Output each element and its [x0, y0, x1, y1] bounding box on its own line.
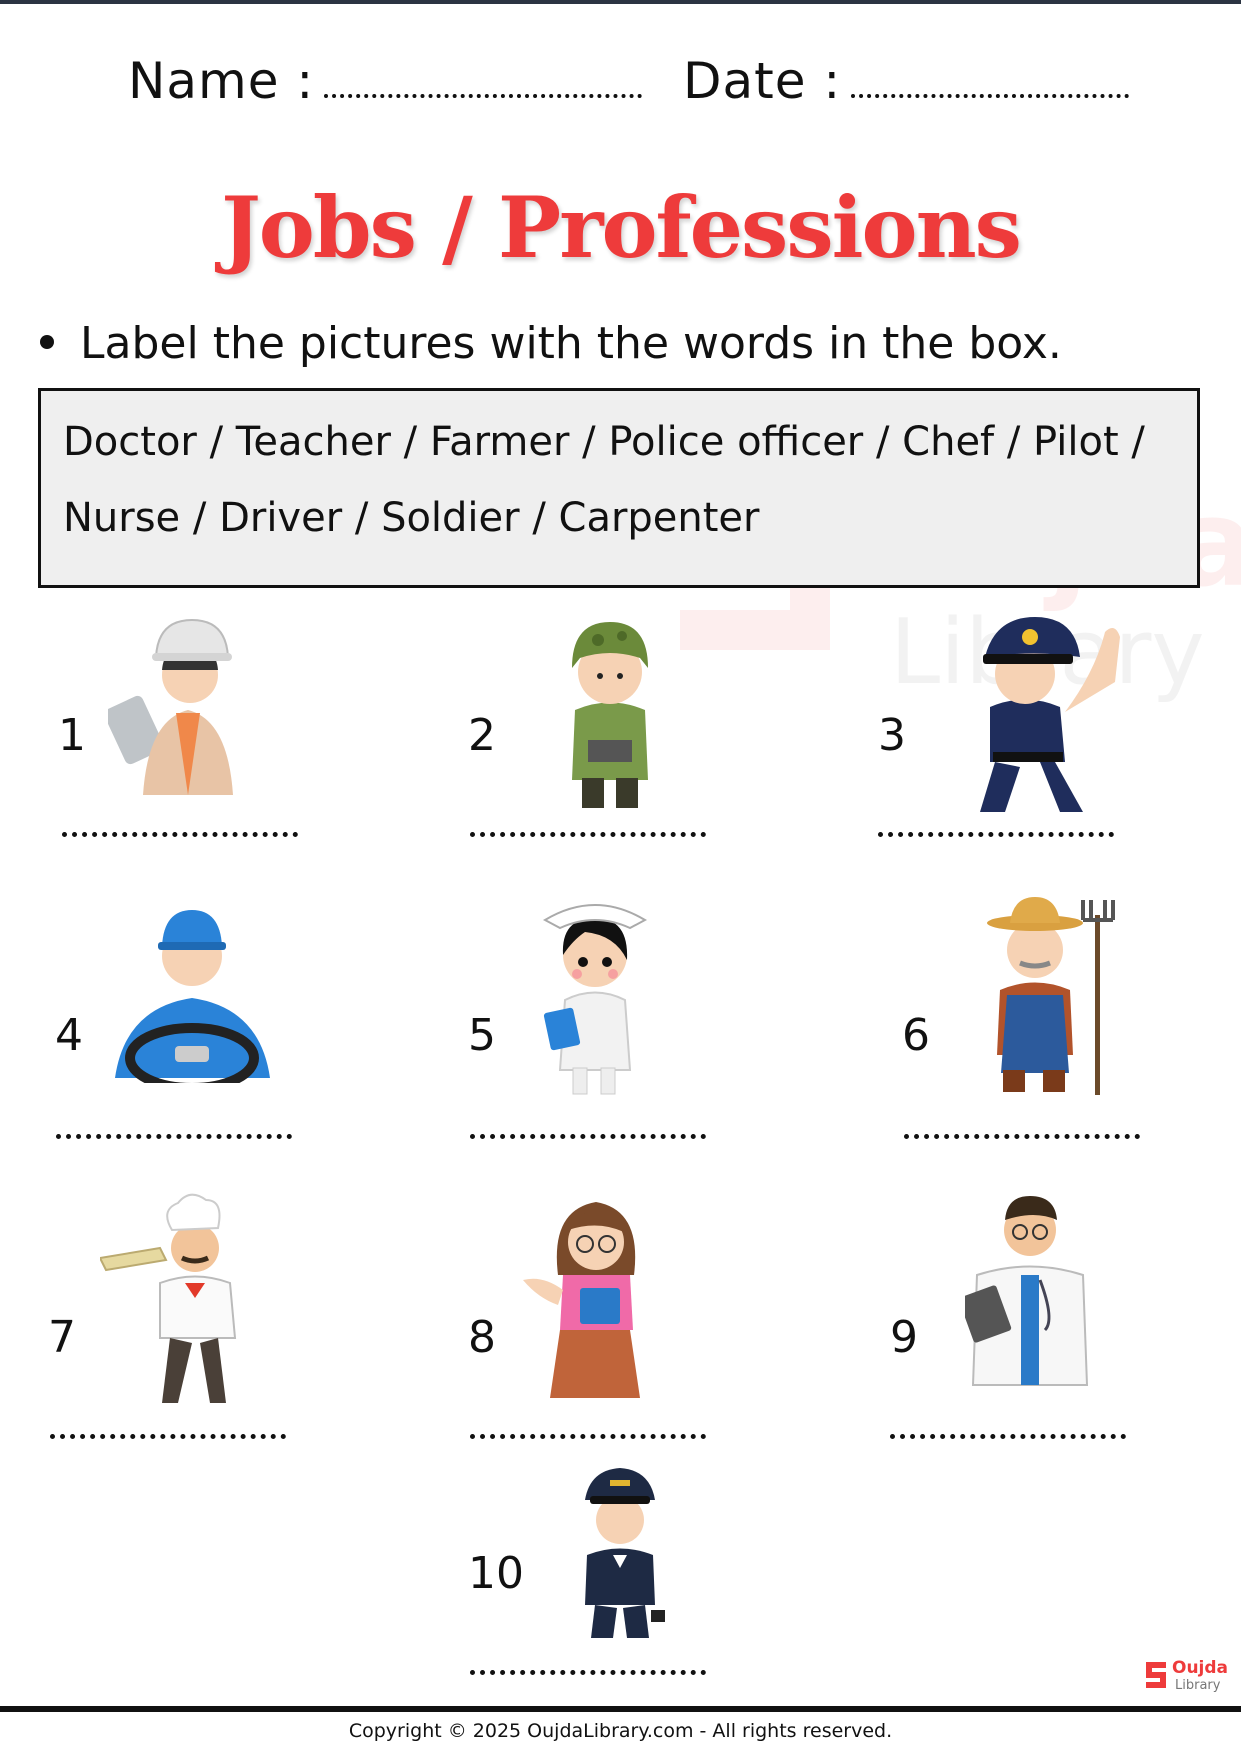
- name-blank[interactable]: [324, 94, 643, 98]
- date-label: Date :: [683, 52, 842, 110]
- item-number-1: 1: [58, 710, 86, 761]
- logo-text: Oujda: [1172, 1658, 1229, 1678]
- oujda-library-logo-icon: [1146, 1662, 1166, 1688]
- answer-line-9[interactable]: [890, 1434, 1126, 1439]
- instruction: Label the pictures with the words in the…: [40, 318, 1062, 369]
- page-title: Jobs / Professions: [221, 178, 1022, 277]
- answer-line-10[interactable]: [470, 1670, 706, 1675]
- bullet-icon: [40, 335, 54, 349]
- word-box: Doctor / Teacher / Farmer / Police offic…: [38, 388, 1200, 588]
- item-number-9: 9: [890, 1312, 918, 1363]
- answer-line-1[interactable]: [62, 832, 298, 837]
- driver-icon: [115, 910, 270, 1083]
- doctor-icon: [965, 1196, 1089, 1386]
- word-box-line-2: Nurse / Driver / Soldier / Carpenter: [63, 495, 760, 541]
- top-border: [0, 0, 1241, 4]
- item-number-8: 8: [468, 1312, 496, 1363]
- answer-line-7[interactable]: [50, 1434, 286, 1439]
- teacher-icon: [523, 1202, 640, 1398]
- police-officer-icon: [980, 617, 1120, 812]
- answer-line-8[interactable]: [470, 1434, 706, 1439]
- instruction-text: Label the pictures with the words in the…: [80, 318, 1062, 369]
- item-number-7: 7: [48, 1312, 76, 1363]
- farmer-icon: [987, 897, 1115, 1095]
- answer-line-6[interactable]: [904, 1134, 1140, 1139]
- item-number-5: 5: [468, 1010, 496, 1061]
- answer-line-2[interactable]: [470, 832, 706, 837]
- logo-subtext: Library: [1175, 1678, 1221, 1693]
- item-number-3: 3: [878, 710, 906, 761]
- date-field[interactable]: Date :: [683, 52, 1130, 110]
- chef-icon: [100, 1193, 237, 1403]
- pilot-icon: [585, 1468, 665, 1638]
- item-number-2: 2: [468, 710, 496, 761]
- date-blank[interactable]: [851, 94, 1130, 98]
- copyright: Copyright © 2025 OujdaLibrary.com - All …: [348, 1720, 893, 1742]
- answer-line-3[interactable]: [878, 832, 1114, 837]
- carpenter-icon: [108, 618, 233, 795]
- name-label: Name :: [128, 52, 315, 110]
- word-box-line-1: Doctor / Teacher / Farmer / Police offic…: [63, 419, 1145, 465]
- name-field[interactable]: Name :: [128, 52, 643, 110]
- answer-line-4[interactable]: [56, 1134, 292, 1139]
- answer-line-5[interactable]: [470, 1134, 706, 1139]
- item-number-10: 10: [468, 1548, 524, 1599]
- nurse-icon: [542, 904, 648, 1095]
- soldier-icon: [572, 622, 648, 808]
- item-number-6: 6: [902, 1010, 930, 1061]
- item-number-4: 4: [55, 1010, 83, 1061]
- bottom-rule: [0, 1706, 1241, 1712]
